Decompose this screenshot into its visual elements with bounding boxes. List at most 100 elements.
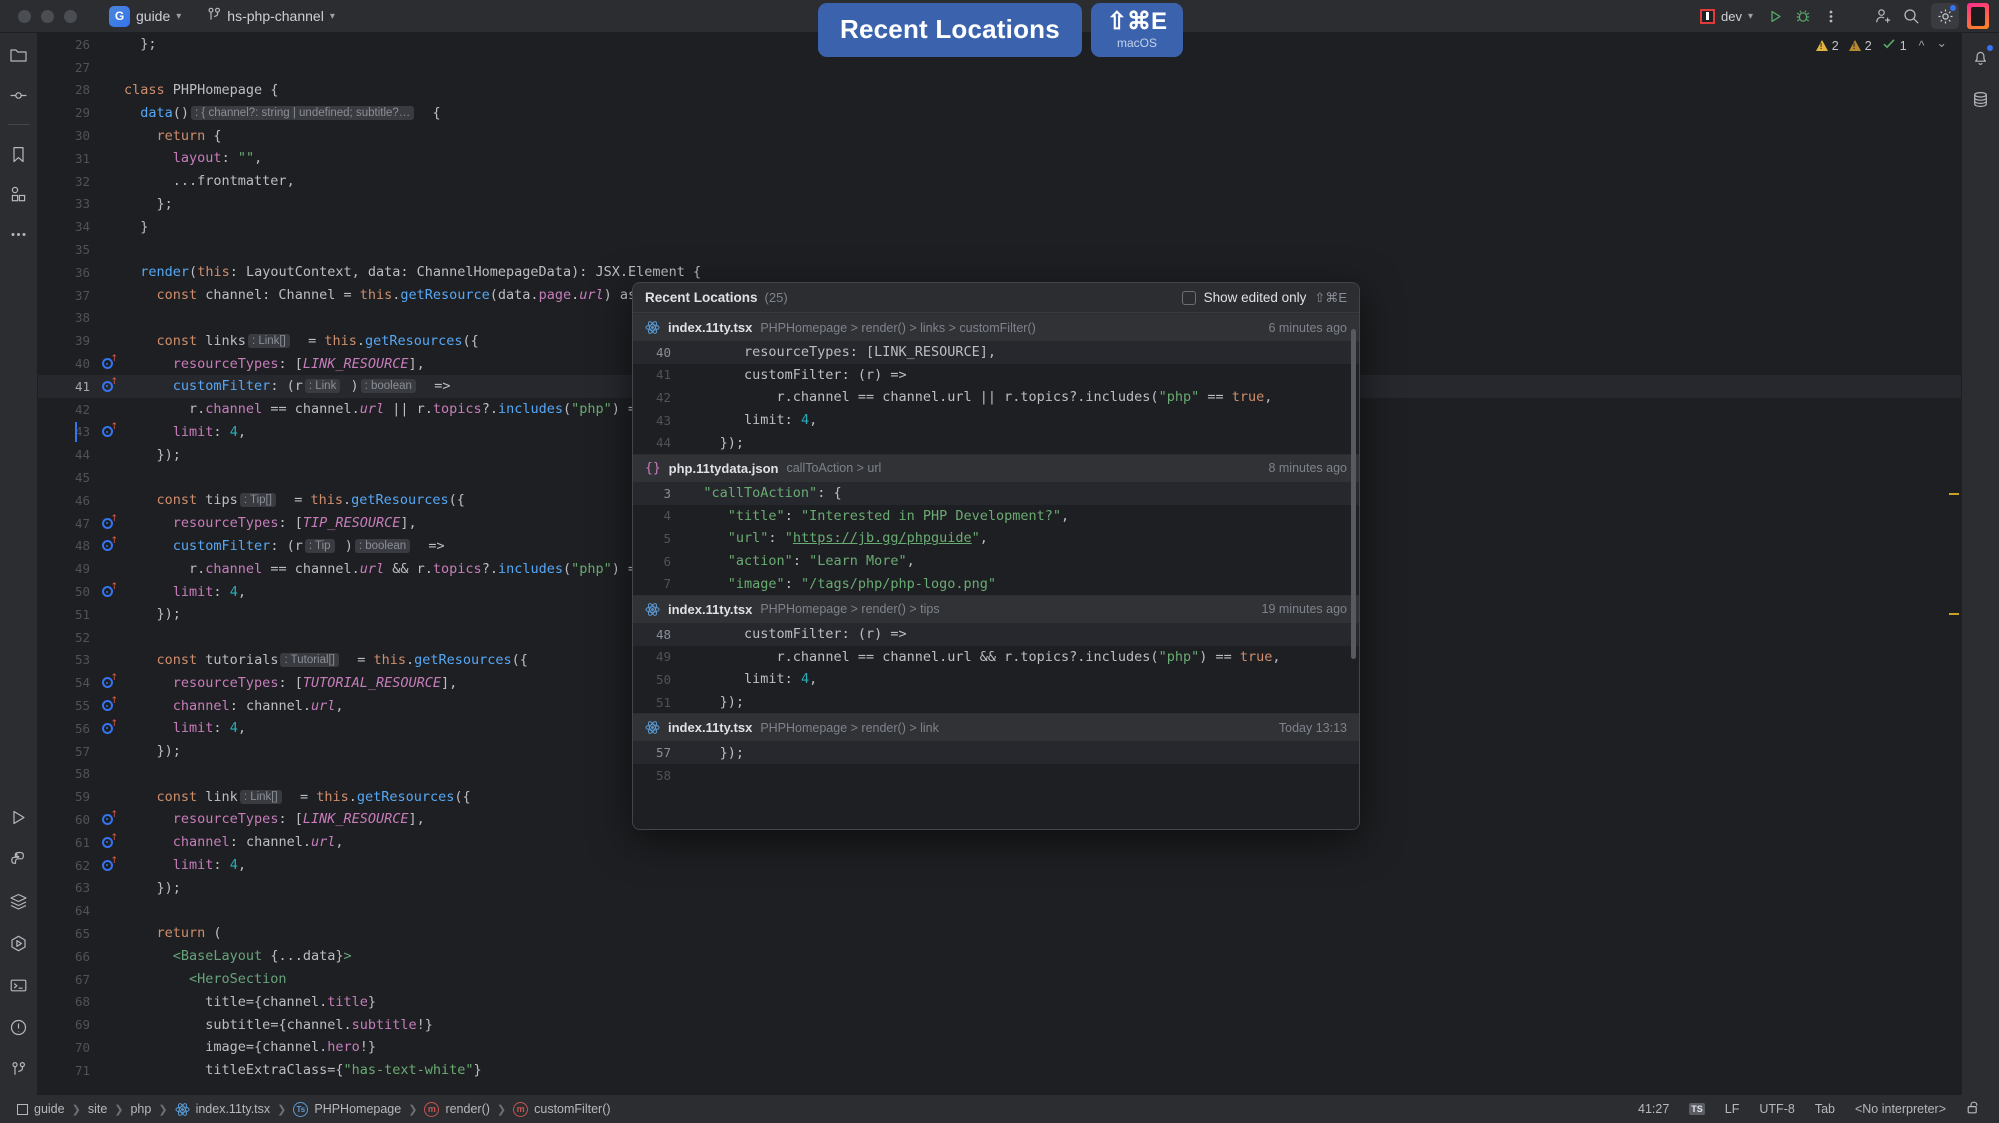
sidebar-item-debug[interactable] <box>7 931 31 955</box>
code-line[interactable]: 34 } <box>38 215 1961 238</box>
chevron-down-icon: ▾ <box>176 10 182 22</box>
notifications-icon[interactable] <box>1969 45 1993 69</box>
maximize-window-button[interactable] <box>64 9 77 23</box>
code-line[interactable]: 71 titleExtraClass={"has-text-white"} <box>38 1059 1961 1082</box>
gutter-run-marker-icon[interactable]: ↑ <box>96 537 118 552</box>
popup-scrollbar[interactable] <box>1351 329 1356 659</box>
caret-line-marker <box>75 421 77 442</box>
breadcrumb-separator: ❯ <box>496 1103 507 1116</box>
gutter-run-marker-icon[interactable]: ↑ <box>96 810 118 825</box>
breadcrumb-item[interactable]: guide <box>12 1102 70 1116</box>
gutter-run-marker-icon[interactable]: ↑ <box>96 674 118 689</box>
breadcrumb-item[interactable]: m customFilter() <box>508 1101 615 1117</box>
interpreter-selector[interactable]: <No interpreter> <box>1855 1102 1946 1116</box>
code-line[interactable]: 27 <box>38 56 1961 79</box>
sidebar-item-python-packages[interactable] <box>7 847 31 871</box>
sidebar-item-structure[interactable] <box>7 182 31 206</box>
add-user-button[interactable] <box>1869 3 1897 29</box>
line-separator[interactable]: LF <box>1725 1102 1740 1116</box>
recent-location-header[interactable]: index.11ty.tsx PHPHomepage > render() > l… <box>633 313 1359 341</box>
breadcrumb[interactable]: guide ❯ site ❯ php ❯ index.11ty.tsx ❯ Ts PHPHomep… <box>12 1101 616 1117</box>
recent-locations-popup[interactable]: Recent Locations (25) Show edited only ⇧… <box>632 282 1360 830</box>
code-line[interactable]: 31 layout: "", <box>38 147 1961 170</box>
search-button[interactable] <box>1897 3 1925 29</box>
branch-widget[interactable]: hs-php-channel ▾ <box>201 4 341 29</box>
code-line[interactable]: 28 class PHPHomepage { <box>38 79 1961 102</box>
recent-location-group[interactable]: index.11ty.tsx PHPHomepage > render() > l… <box>633 313 1359 454</box>
minimize-window-button[interactable] <box>41 9 54 23</box>
gutter-run-marker-icon[interactable]: ↑ <box>96 355 118 370</box>
show-edited-only-checkbox[interactable] <box>1181 290 1196 305</box>
recent-location-header[interactable]: index.11ty.tsx PHPHomepage > render() > t… <box>633 594 1359 623</box>
gutter-run-marker-icon[interactable]: ↑ <box>96 856 118 871</box>
sidebar-item-services[interactable] <box>7 889 31 913</box>
sidebar-item-project[interactable] <box>7 43 31 67</box>
code-text: } <box>124 218 149 235</box>
sidebar-item-run[interactable] <box>7 805 31 829</box>
caret-position[interactable]: 41:27 <box>1638 1102 1669 1116</box>
sidebar-item-terminal[interactable] <box>7 973 31 997</box>
run-button[interactable] <box>1761 3 1789 29</box>
sidebar-item-more-tool-windows[interactable] <box>7 222 31 246</box>
code-line[interactable]: 36 render(this: LayoutContext, data: Cha… <box>38 261 1961 284</box>
code-line[interactable]: 30 return { <box>38 124 1961 147</box>
show-edited-only-label[interactable]: Show edited only <box>1204 290 1307 305</box>
code-line[interactable]: 33 }; <box>38 193 1961 216</box>
window-controls[interactable] <box>0 9 77 23</box>
recent-location-group[interactable]: index.11ty.tsx PHPHomepage > render() > l… <box>633 713 1359 786</box>
debug-button[interactable] <box>1789 3 1817 29</box>
code-line[interactable]: 69 subtitle={channel.subtitle!} <box>38 1013 1961 1036</box>
sidebar-item-bookmarks[interactable] <box>7 142 31 166</box>
inspections-widget[interactable]: 2 2 1 ^ ⌄ <box>1815 35 1947 53</box>
line-number: 40 <box>74 356 90 372</box>
breadcrumb-item[interactable]: index.11ty.tsx <box>170 1102 276 1117</box>
code-line[interactable]: 68 title={channel.title} <box>38 990 1961 1013</box>
next-problem-icon[interactable]: ⌄ <box>1937 35 1947 50</box>
project-widget[interactable]: G guide ▾ <box>103 4 187 29</box>
settings-button[interactable] <box>1931 3 1959 29</box>
code-line[interactable]: 62 ↑ limit: 4, <box>38 854 1961 877</box>
database-icon[interactable] <box>1969 87 1993 111</box>
recent-location-group[interactable]: {} php.11tydata.json callToAction > url 8 m… <box>633 453 1359 595</box>
code-line[interactable]: 32 ...frontmatter, <box>38 170 1961 193</box>
code-line[interactable]: 61 ↑ channel: channel.url, <box>38 831 1961 854</box>
indent-setting[interactable]: Tab <box>1815 1102 1835 1116</box>
recent-location-code-line: 6 "action": "Learn More", <box>633 550 1359 573</box>
code-line[interactable]: 67 <HeroSection <box>38 968 1961 991</box>
sidebar-item-version-control[interactable] <box>7 1057 31 1081</box>
code-line[interactable]: 70 image={channel.hero!} <box>38 1036 1961 1059</box>
react-icon <box>645 320 660 335</box>
code-line[interactable]: 29 data(): { channel?: string | undefine… <box>38 101 1961 124</box>
sidebar-item-commit[interactable] <box>7 83 31 107</box>
breadcrumb-item[interactable]: php <box>125 1102 156 1116</box>
recent-location-code-line: 43 limit: 4, <box>633 409 1359 432</box>
more-options-button[interactable] <box>1817 3 1845 29</box>
breadcrumb-item[interactable]: site <box>83 1102 112 1116</box>
code-line[interactable]: 63 }); <box>38 876 1961 899</box>
code-line[interactable]: 64 <box>38 899 1961 922</box>
recent-location-header[interactable]: index.11ty.tsx PHPHomepage > render() > l… <box>633 713 1359 742</box>
gutter-run-marker-icon[interactable]: ↑ <box>96 719 118 734</box>
code-line[interactable]: 66 <BaseLayout {...data}> <box>38 945 1961 968</box>
gutter-run-marker-icon[interactable]: ↑ <box>96 423 118 438</box>
gutter-run-marker-icon[interactable]: ↑ <box>96 377 118 392</box>
recent-locations-list[interactable]: index.11ty.tsx PHPHomepage > render() > l… <box>633 313 1359 829</box>
gutter-run-marker-icon[interactable]: ↑ <box>96 514 118 529</box>
unlocked-icon[interactable] <box>1966 1100 1981 1118</box>
code-line[interactable]: 35 <box>38 238 1961 261</box>
breadcrumb-item[interactable]: Ts PHPHomepage <box>288 1101 406 1117</box>
file-type-badge[interactable]: TS <box>1689 1103 1705 1115</box>
breadcrumb-item[interactable]: m render() <box>419 1101 494 1117</box>
encoding[interactable]: UTF-8 <box>1759 1102 1794 1116</box>
gutter-run-marker-icon[interactable]: ↑ <box>96 697 118 711</box>
prev-problem-icon[interactable]: ^ <box>1919 39 1925 53</box>
gutter-run-marker-icon[interactable]: ↑ <box>96 833 118 848</box>
code-line[interactable]: 65 return ( <box>38 922 1961 945</box>
run-configuration-selector[interactable]: dev ▾ <box>1700 8 1753 24</box>
gutter-run-marker-icon[interactable]: ↑ <box>96 583 118 598</box>
recent-location-header[interactable]: {} php.11tydata.json callToAction > url 8 m… <box>633 453 1359 482</box>
avatar[interactable] <box>1967 3 1989 29</box>
sidebar-item-problems[interactable] <box>7 1015 31 1039</box>
close-window-button[interactable] <box>18 9 31 23</box>
recent-location-group[interactable]: index.11ty.tsx PHPHomepage > render() > t… <box>633 594 1359 713</box>
